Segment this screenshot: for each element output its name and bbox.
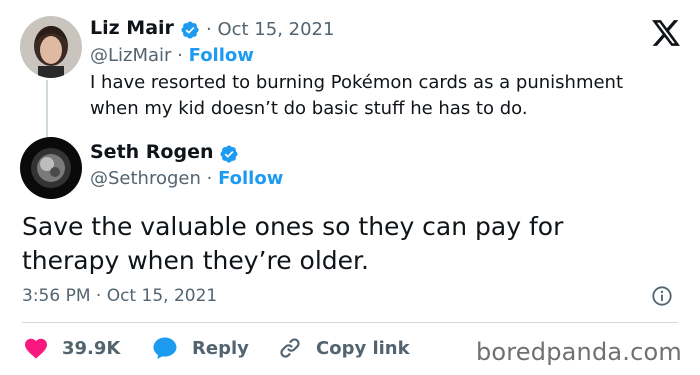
reply-handle-row: @Sethrogen · Follow [90,168,284,189]
author-handle[interactable]: @LizMair [90,45,171,66]
heart-icon [25,338,47,359]
tweet-text: I have resorted to burning Pokémon cards… [90,70,623,122]
reply-label: Reply [192,337,249,359]
tweet-text-line: when my kid doesn’t do basic stuff he ha… [90,98,528,119]
reply-follow-button[interactable]: Follow [218,168,283,189]
reply-timestamp[interactable]: 3:56 PM · Oct 15, 2021 [22,286,217,306]
x-logo-icon[interactable] [652,20,680,46]
tweet-date[interactable]: · Oct 15, 2021 [206,19,334,40]
reply-text-line: Save the valuable ones so they can pay f… [22,212,564,241]
seth-rogen-avatar[interactable] [20,137,82,199]
copy-link-button[interactable]: Copy link [278,336,410,360]
verified-badge-icon [181,21,199,39]
author-handle-row: @LizMair · Follow [90,45,254,66]
thread-connector-line [46,80,48,138]
author-name[interactable]: Liz Mair [90,17,174,39]
watermark: boredpanda.com [475,338,682,366]
copy-link-label: Copy link [316,337,410,359]
link-icon [280,338,300,358]
follow-button[interactable]: Follow [189,45,254,66]
liz-mair-avatar[interactable] [20,16,82,78]
like-button[interactable]: 39.9K [24,336,120,360]
speech-bubble-icon [153,337,177,359]
info-icon[interactable] [651,285,673,307]
reply-author-name[interactable]: Seth Rogen [90,141,214,163]
like-count: 39.9K [62,337,121,359]
reply-text: Save the valuable ones so they can pay f… [22,210,563,278]
reply-text-line: therapy when they’re older. [22,246,369,275]
divider [22,322,678,323]
reply-author-handle[interactable]: @Sethrogen [90,168,201,189]
reply-button[interactable]: Reply [152,336,249,360]
tweet-text-line: I have resorted to burning Pokémon cards… [90,72,624,93]
verified-badge-icon [220,145,238,163]
